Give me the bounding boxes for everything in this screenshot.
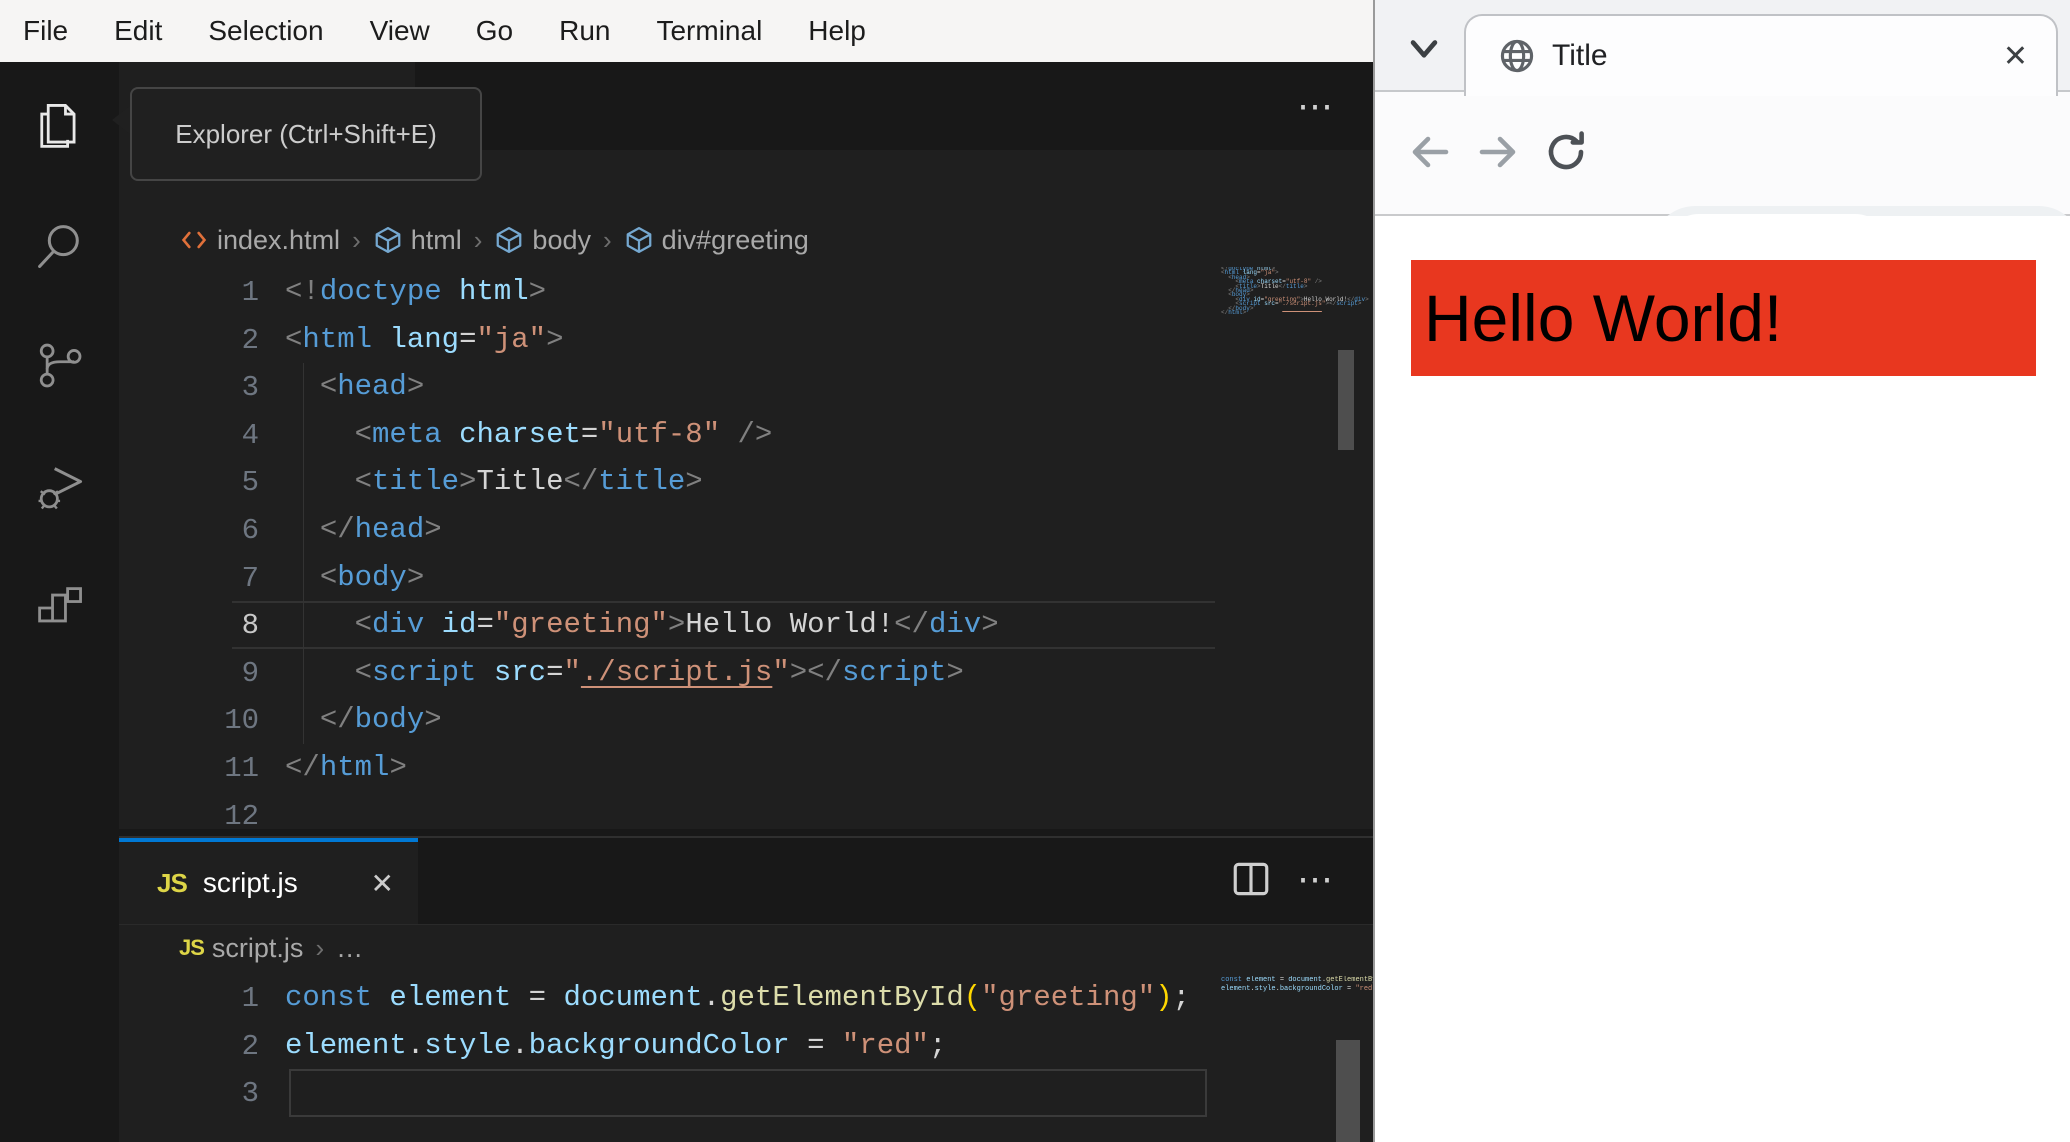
line-number: 2	[241, 1029, 259, 1063]
menu-help[interactable]: Help	[785, 0, 889, 62]
editor-more-actions-icon[interactable]: ⋯	[1297, 858, 1335, 900]
code-line: <div id="greeting">Hello World!</div>	[354, 608, 999, 642]
line-number: 11	[224, 752, 259, 785]
line-number: 6	[241, 514, 259, 547]
editor-group-sash[interactable]	[119, 829, 1373, 836]
menu-run[interactable]: Run	[536, 0, 633, 62]
code-line: <head>	[319, 370, 425, 404]
search-icon[interactable]	[31, 218, 87, 274]
tab-menu-chevron-icon[interactable]	[1402, 28, 1446, 68]
menu-terminal[interactable]: Terminal	[633, 0, 785, 62]
tooltip-arrow	[112, 106, 130, 134]
line-number: 4	[241, 418, 259, 452]
editor-script-js[interactable]: 1 const element = document.getElementById…	[119, 974, 1439, 1142]
reload-icon[interactable]	[1542, 128, 1590, 176]
scrollbar-slider[interactable]	[1336, 1040, 1360, 1142]
line-number: 3	[241, 1077, 259, 1111]
breadcrumb-item[interactable]: html	[373, 225, 462, 256]
code-line: <body>	[319, 560, 425, 594]
js-file-icon: JS	[157, 867, 188, 898]
explorer-icon[interactable]	[31, 99, 87, 155]
close-tab-icon[interactable]: ✕	[2003, 39, 2028, 74]
tabbar-bottom-group: JS script.js ✕ ⋯	[119, 836, 1373, 925]
menu-selection[interactable]: Selection	[185, 0, 346, 62]
code-line: <!doctype html>	[285, 275, 547, 308]
tooltip-text: Explorer (Ctrl+Shift+E)	[175, 118, 437, 149]
breadcrumb-item[interactable]: body	[494, 225, 591, 256]
split-editor-icon[interactable]	[1233, 862, 1269, 896]
code-line: </head>	[319, 513, 442, 546]
code-line: const element = document.getElementById(…	[285, 981, 1190, 1014]
menu-file[interactable]: File	[0, 0, 91, 62]
breadcrumb-item[interactable]: JS script.js	[179, 933, 303, 964]
breadcrumb-item[interactable]: …	[336, 933, 363, 964]
code-line: </html>	[285, 751, 407, 784]
line-number: 2	[241, 323, 259, 357]
activity-bar	[0, 62, 119, 1142]
line-number: 8	[241, 609, 259, 643]
code-line: <meta charset="utf-8" />	[354, 417, 773, 451]
browser-toolbar: ファイル /home/u	[1375, 92, 2070, 292]
vscode-menubar: File Edit Selection View Go Run Terminal Help	[0, 0, 1373, 62]
line-number: 1	[241, 982, 259, 1015]
line-number: 7	[241, 561, 259, 595]
breadcrumb-separator: ›	[473, 224, 483, 255]
vscode-workbench: <> index.html ⋯ index.html›html›body›div…	[119, 62, 1439, 1142]
menu-edit[interactable]: Edit	[91, 0, 185, 62]
greeting-text: Hello World!	[1424, 281, 1783, 355]
source-control-icon[interactable]	[31, 337, 87, 393]
line-number: 9	[241, 656, 259, 690]
close-tab-icon[interactable]: ✕	[371, 867, 394, 900]
breadcrumb-separator: ›	[315, 932, 325, 963]
browser-window: Title ✕ フ	[1373, 0, 2070, 1142]
scrollbar-slider[interactable]	[1338, 350, 1354, 450]
explorer-tooltip: Explorer (Ctrl+Shift+E)	[130, 87, 482, 181]
line-number: 3	[241, 371, 259, 405]
breadcrumb-separator: ›	[352, 224, 361, 255]
editor-index-html[interactable]: 1 <!doctype html> 2 <html lang="ja"> 3 <head…	[119, 267, 1373, 836]
tab-label: script.js	[202, 867, 298, 898]
code-line: <script src="./script.js"></script>	[354, 655, 964, 689]
code-line: </body>	[319, 703, 442, 737]
minimap[interactable]: <!doctype html> <html lang="ja"> <head> <…	[1221, 267, 1369, 320]
line-number: 5	[241, 466, 259, 500]
globe-icon	[1500, 39, 1534, 73]
browser-tab-title: Title	[1552, 39, 1608, 72]
current-line-highlight	[289, 1069, 1207, 1117]
run-and-debug-icon[interactable]	[31, 460, 87, 516]
breadcrumb: JS script.js › …	[179, 922, 363, 974]
breadcrumb-separator: ›	[602, 224, 612, 255]
extensions-icon[interactable]	[31, 580, 87, 636]
code-line: <title>Title</title>	[354, 465, 703, 499]
breadcrumb: index.html › html › body › div#greeting	[179, 212, 809, 268]
line-number: 12	[224, 799, 259, 833]
browser-tab[interactable]: Title ✕	[1464, 14, 2058, 96]
greeting-div: Hello World!	[1411, 260, 2036, 376]
code-line: element.style.backgroundColor = "red";	[285, 1028, 947, 1062]
code-line: <html lang="ja">	[285, 322, 564, 356]
menu-view[interactable]: View	[347, 0, 453, 62]
line-number: 10	[224, 704, 259, 738]
forward-icon[interactable]	[1474, 128, 1522, 176]
browser-viewport: Hello World!	[1375, 216, 2070, 1142]
line-number: 1	[241, 276, 259, 309]
browser-tab-strip: Title ✕	[1375, 0, 2070, 96]
breadcrumb-item[interactable]: div#greeting	[624, 225, 809, 256]
screen: FileEditSelectionViewGoRunTerminalHelp <…	[0, 0, 2070, 1142]
tab-script-js[interactable]: JS script.js ✕	[119, 838, 418, 924]
editor-more-actions-icon[interactable]: ⋯	[1297, 85, 1335, 127]
menu-go[interactable]: Go	[453, 0, 536, 62]
back-icon[interactable]	[1406, 128, 1454, 176]
breadcrumb-item[interactable]: index.html	[179, 225, 340, 256]
